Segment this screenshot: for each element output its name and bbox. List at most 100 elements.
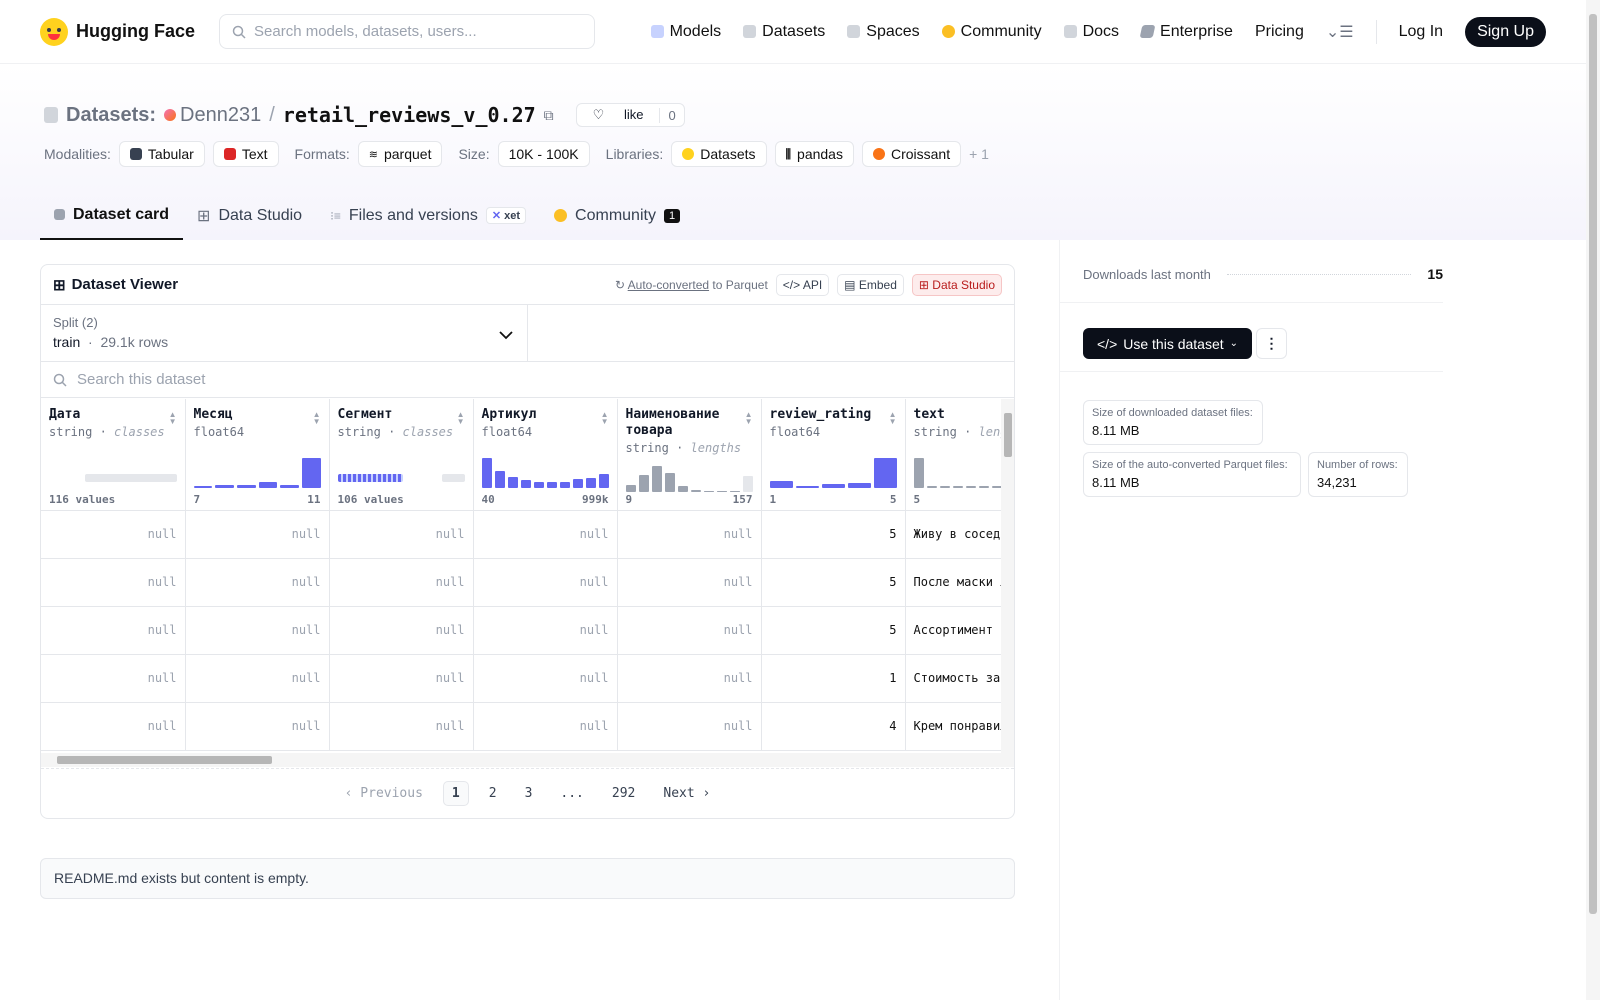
scroll-thumb[interactable] [1004,413,1012,457]
null-cell[interactable]: null [473,510,618,559]
null-cell[interactable]: null [185,558,330,607]
tag-pandas[interactable]: ⫼ pandas [774,141,854,167]
repo-owner-link[interactable]: Denn231 [180,104,261,127]
nav-community[interactable]: Community [941,23,1042,41]
column-header-product-name[interactable]: Наименование товара string · lengths ▲ ▼ … [617,399,762,511]
hf-logo-link[interactable]: Hugging Face [40,17,195,46]
previous-page-button[interactable]: ‹ Previous [337,782,431,805]
null-cell[interactable]: null [41,510,186,559]
copy-icon[interactable]: ⧉ [544,107,554,124]
null-cell[interactable]: null [617,654,762,703]
page-button[interactable]: 1 [442,781,469,806]
grid-vertical-scrollbar[interactable] [1001,399,1014,760]
sort-icon[interactable]: ▲ ▼ [457,411,465,426]
text-cell[interactable]: Стоимость зак изменилась пр [905,654,1001,703]
null-cell[interactable]: null [473,558,618,607]
null-cell[interactable]: null [185,654,330,703]
data-studio-button[interactable]: ⊞ Data Studio [911,273,1002,296]
rating-cell[interactable]: 1 [761,654,906,703]
null-cell[interactable]: null [617,558,762,607]
null-cell[interactable]: null [329,558,474,607]
tag-text[interactable]: Text [212,141,279,167]
sort-icon[interactable]: ▲ ▼ [313,411,321,426]
libraries-more[interactable]: + 1 [969,146,989,162]
null-cell[interactable]: null [41,606,186,655]
null-cell[interactable]: null [41,558,186,607]
tag-size[interactable]: 10K - 100K [497,141,590,167]
repo-name[interactable]: retail_reviews_v_0.27 [283,103,536,127]
null-cell[interactable]: null [617,702,762,751]
column-header-article[interactable]: Артикул float64 ▲ ▼ 40 999k [473,399,618,511]
text-cell[interactable]: Крем понравил сильно тверда [905,702,1001,751]
table-row[interactable]: nullnullnullnullnull5Ассортимент и вежли… [41,606,1001,655]
text-cell[interactable]: Ассортимент и вежливость… [905,606,1001,655]
column-header-date[interactable]: Дата string · classes ▲ ▼ 116 values [41,399,186,511]
rating-cell[interactable]: 5 [761,510,906,559]
null-cell[interactable]: null [329,606,474,655]
null-cell[interactable]: null [329,702,474,751]
more-options-button[interactable]: ⋮ [1256,328,1287,359]
tag-parquet[interactable]: ≋ parquet [357,141,443,167]
null-cell[interactable]: null [329,654,474,703]
table-row[interactable]: nullnullnullnullnull5Живу в соседнем дом… [41,510,1001,559]
null-cell[interactable]: null [617,510,762,559]
table-row[interactable]: nullnullnullnullnull1Стоимость зак измен… [41,654,1001,703]
null-cell[interactable]: null [329,510,474,559]
auto-converted-link[interactable]: Auto-converted [628,278,709,292]
text-cell[interactable]: Живу в соседнем доме,отличный [905,510,1001,559]
tab-community[interactable]: Community 1 [540,191,694,240]
nav-datasets[interactable]: Datasets [743,23,825,41]
rating-cell[interactable]: 5 [761,606,906,655]
auto-converted-info[interactable]: ↻ Auto-converted to Parquet [615,278,768,292]
page-button[interactable]: 3 [517,782,541,805]
column-header-text[interactable]: text string · lengths 5 [905,399,1001,511]
table-row[interactable]: nullnullnullnullnull4Крем понравил сильн… [41,702,1001,751]
more-menu-icon[interactable]: ⌄☰ [1326,22,1354,42]
page-scrollbar[interactable] [1586,0,1600,1000]
page-button[interactable]: 292 [604,782,643,805]
null-cell[interactable]: null [473,606,618,655]
nav-spaces[interactable]: Spaces [847,23,920,41]
null-cell[interactable]: null [185,510,330,559]
null-cell[interactable]: null [185,606,330,655]
use-dataset-button[interactable]: </> Use this dataset ⌄ [1083,328,1253,359]
scroll-thumb[interactable] [57,756,272,764]
embed-button[interactable]: ▤ Embed [837,273,904,296]
column-header-segment[interactable]: Сегмент string · classes ▲ ▼ 106 values [329,399,474,511]
rating-cell[interactable]: 4 [761,702,906,751]
login-link[interactable]: Log In [1399,23,1443,41]
nav-enterprise[interactable]: Enterprise [1139,23,1233,41]
null-cell[interactable]: null [185,702,330,751]
page-scroll-thumb[interactable] [1589,14,1597,914]
grid-horizontal-scrollbar[interactable] [41,753,1014,767]
section-label[interactable]: Datasets: [66,104,156,127]
column-header-month[interactable]: Месяц float64 ▲ ▼ 7 11 [185,399,330,511]
nav-docs[interactable]: Docs [1063,23,1119,41]
sort-icon[interactable]: ▲ ▼ [745,411,753,426]
tab-files[interactable]: ⁝≡ Files and versions ✕ xet [316,191,540,240]
sort-icon[interactable]: ▲ ▼ [601,411,609,426]
column-header-review-rating[interactable]: review_rating float64 ▲ ▼ 1 5 [761,399,906,511]
tab-dataset-card[interactable]: Dataset card [40,191,184,240]
signup-button[interactable]: Sign Up [1465,16,1546,47]
table-row[interactable]: nullnullnullnullnull5После маски лицо,св… [41,558,1001,607]
next-page-button[interactable]: Next › [655,782,718,805]
tag-tabular[interactable]: Tabular [118,141,205,167]
page-button[interactable]: 2 [481,782,505,805]
nav-models[interactable]: Models [650,23,721,41]
rating-cell[interactable]: 5 [761,558,906,607]
api-button[interactable]: </> API [775,273,830,296]
null-cell[interactable]: null [41,702,186,751]
split-selector[interactable]: Split (2) train · 29.1k rows [41,305,528,361]
null-cell[interactable]: null [473,654,618,703]
sort-icon[interactable]: ▲ ▼ [169,411,177,426]
tag-croissant[interactable]: Croissant [861,141,962,167]
null-cell[interactable]: null [41,654,186,703]
global-search-input[interactable]: Search models, datasets, users... [219,14,596,49]
null-cell[interactable]: null [617,606,762,655]
like-button[interactable]: ♡ like 0 [575,103,685,127]
nav-pricing[interactable]: Pricing [1255,23,1304,41]
tab-data-studio[interactable]: ⊞ Data Studio [183,191,316,240]
text-cell[interactable]: После маски лицо,свежее,… [905,558,1001,607]
tag-datasets-lib[interactable]: Datasets [671,141,767,167]
